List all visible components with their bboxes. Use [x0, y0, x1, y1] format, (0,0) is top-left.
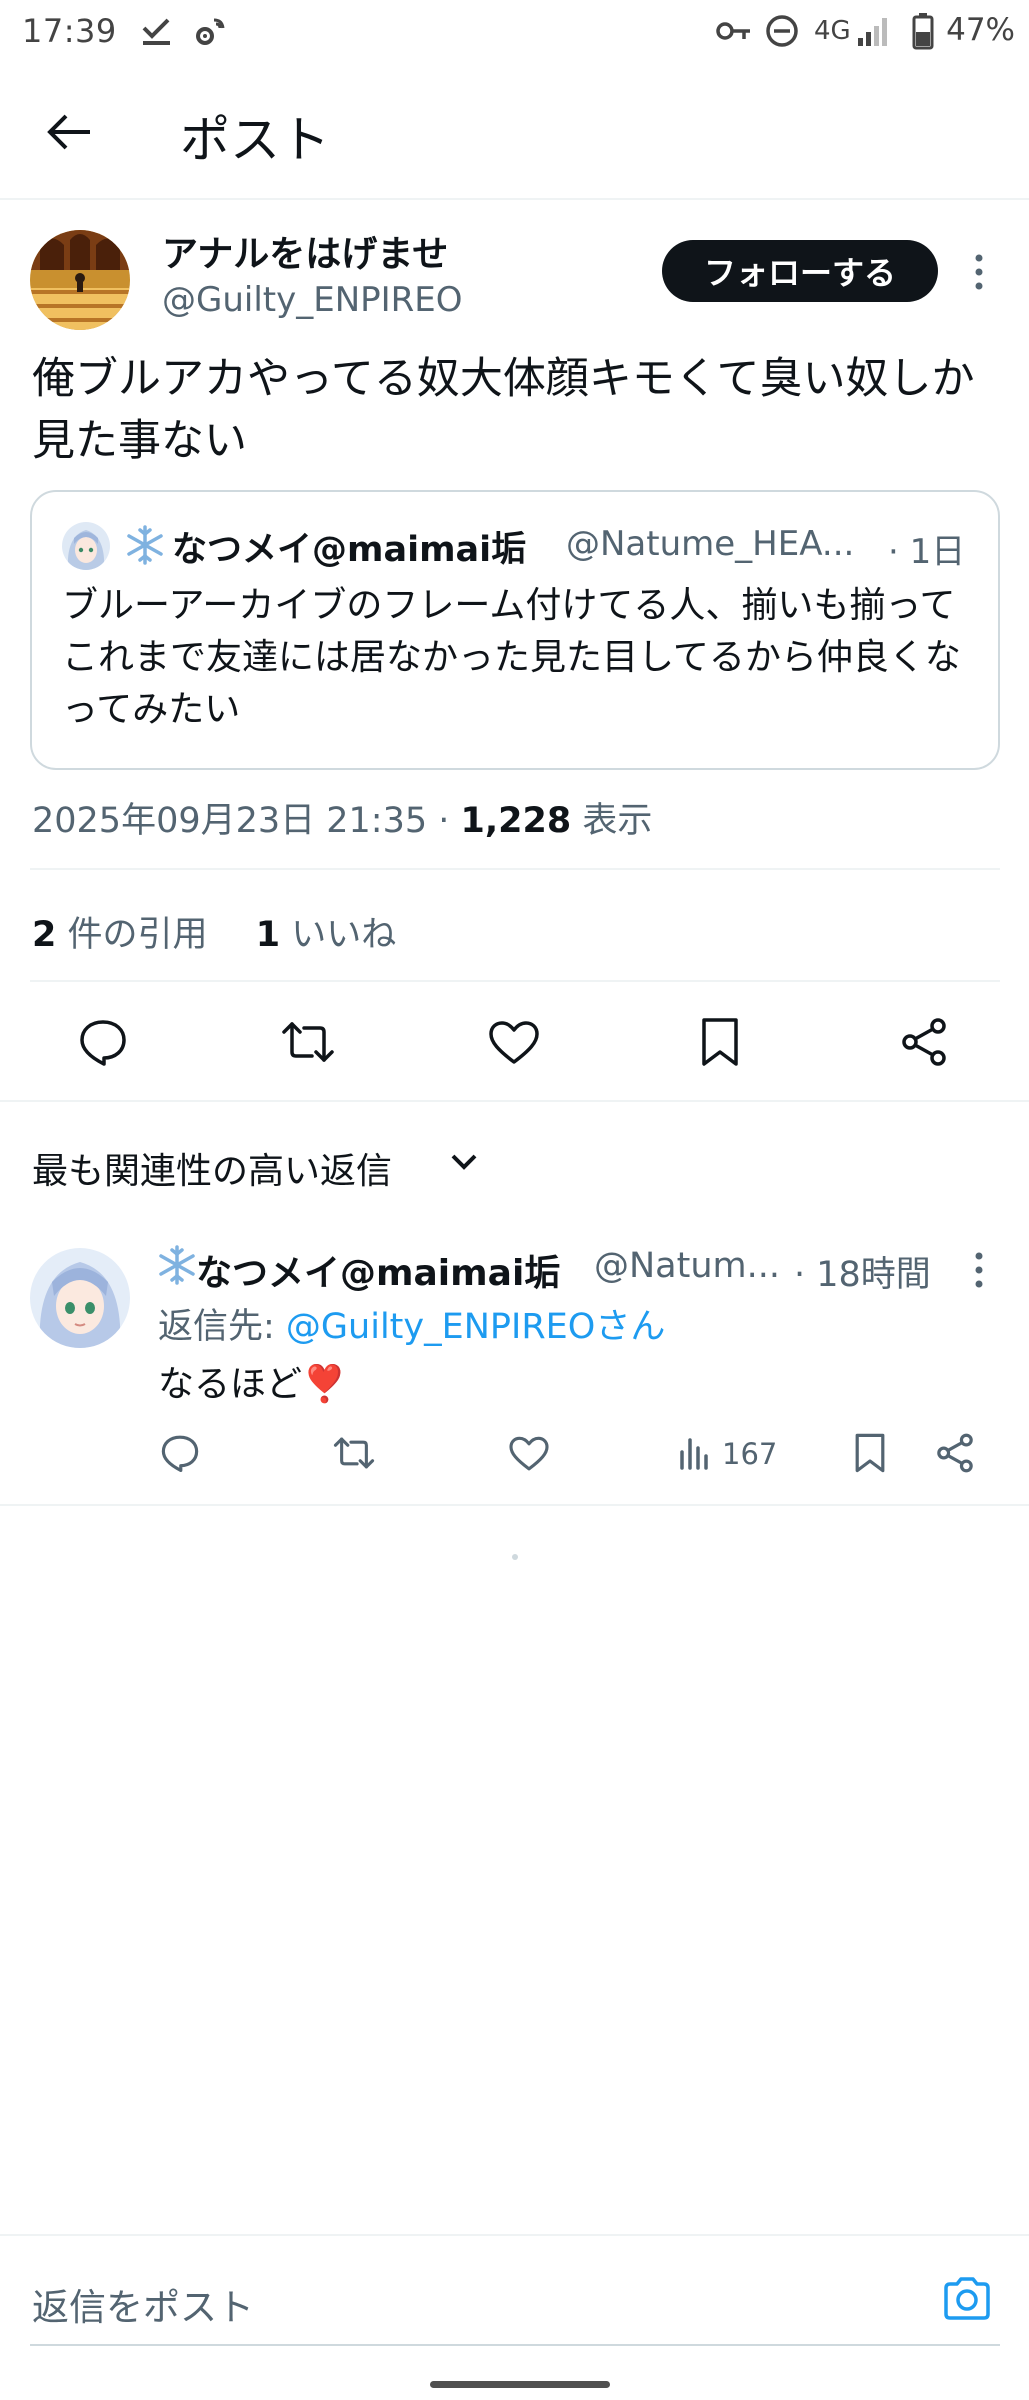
network-type: 4G: [814, 16, 851, 46]
quotes-count: 2: [32, 915, 57, 955]
views-count: 1,228: [460, 801, 572, 841]
reply-bookmark-icon[interactable]: [854, 1432, 886, 1474]
reply-to-line: 返信先: @Guilty_ENPIREOさん: [158, 1298, 665, 1349]
repost-icon[interactable]: [280, 1020, 336, 1064]
reply-repost-icon[interactable]: [332, 1436, 376, 1470]
reply-avatar[interactable]: [30, 1248, 130, 1348]
actions-divider: [0, 1100, 1029, 1102]
do-not-disturb-icon: [766, 15, 798, 47]
meta-divider: [30, 868, 1000, 870]
compose-underline: [30, 2344, 1000, 2346]
home-indicator[interactable]: [430, 2381, 610, 2388]
like-heart-icon[interactable]: [488, 1020, 540, 1066]
quotes-stat[interactable]: 2 件の引用: [32, 915, 208, 955]
page-title: ポスト: [180, 111, 330, 169]
views-label: 表示: [571, 801, 653, 841]
more-options-icon[interactable]: [972, 252, 986, 292]
status-bar: 17:39 4G 47%: [0, 0, 1029, 64]
reply-time: · 18時間: [794, 1255, 931, 1295]
quote-author-handle: @Natume_HEA...: [566, 524, 855, 564]
compose-reply-input[interactable]: 返信をポスト: [32, 2277, 254, 2331]
reply-divider: [0, 1504, 1029, 1506]
battery-icon: [912, 13, 934, 50]
reply-author-handle[interactable]: @Natum...: [594, 1246, 780, 1286]
author-name[interactable]: アナルをはげませ: [162, 225, 448, 277]
reply-like-icon[interactable]: [508, 1436, 550, 1472]
camera-icon[interactable]: [942, 2276, 992, 2320]
bookmark-icon[interactable]: [700, 1016, 740, 1068]
quote-author-name: なつメイ@maimai垢: [172, 530, 527, 570]
quote-avatar: [62, 522, 110, 570]
quote-time: · 1日: [888, 532, 966, 572]
share-icon[interactable]: [898, 1016, 950, 1068]
author-handle[interactable]: @Guilty_ENPIREO: [162, 280, 463, 320]
stats-divider: [30, 980, 1000, 982]
status-time: 17:39: [22, 12, 117, 50]
post-timestamp: 2025年09月23日 21:35 ·: [32, 801, 461, 841]
post-meta: 2025年09月23日 21:35 · 1,228 表示: [32, 792, 652, 843]
quote-text: ブルーアーカイブのフレーム付けてる人、揃いも揃ってこれまで友達には居なかった見た…: [62, 585, 961, 730]
reply-text: なるほど❣️: [158, 1364, 347, 1405]
reply-reply-icon[interactable]: [160, 1434, 200, 1472]
reply-to-mention[interactable]: @Guilty_ENPIREOさん: [286, 1307, 665, 1347]
loading-dot: [512, 1554, 518, 1560]
reply-to-label: 返信先:: [158, 1307, 286, 1347]
reply-share-icon[interactable]: [934, 1432, 976, 1474]
back-arrow-icon[interactable]: [46, 110, 94, 154]
post-stats: 2 件の引用 1 いいね: [32, 906, 396, 957]
reply-more-options-icon[interactable]: [972, 1250, 986, 1290]
reply-views-count: 167: [722, 1437, 778, 1471]
snowflake-icon: [159, 1245, 195, 1285]
replies-sort-label[interactable]: 最も関連性の高い返信: [32, 1142, 392, 1194]
compose-divider-top: [0, 2234, 1029, 2236]
follow-button[interactable]: フォローする: [662, 240, 938, 302]
post-text: 俺ブルアカやってる奴大体顔キモくて臭い奴しか見た事ない: [32, 354, 975, 466]
vpn-key-icon: [716, 22, 750, 40]
snowflake-icon: [127, 525, 163, 565]
settings-sync-icon: [196, 18, 225, 45]
views-chart-icon[interactable]: [678, 1436, 712, 1470]
download-done-icon: [142, 18, 170, 45]
likes-count: 1: [255, 915, 281, 955]
battery-percent: 47%: [946, 12, 1015, 48]
signal-icon: [858, 18, 887, 46]
likes-label: いいね: [280, 915, 397, 955]
reply-icon[interactable]: [78, 1018, 128, 1066]
chevron-down-icon[interactable]: [450, 1152, 478, 1172]
reply-author-name[interactable]: なつメイ@maimai垢: [196, 1244, 560, 1296]
quotes-label: 件の引用: [56, 915, 208, 955]
likes-stat[interactable]: 1 いいね: [256, 915, 397, 955]
author-avatar[interactable]: [30, 230, 130, 330]
header-divider: [0, 198, 1029, 200]
